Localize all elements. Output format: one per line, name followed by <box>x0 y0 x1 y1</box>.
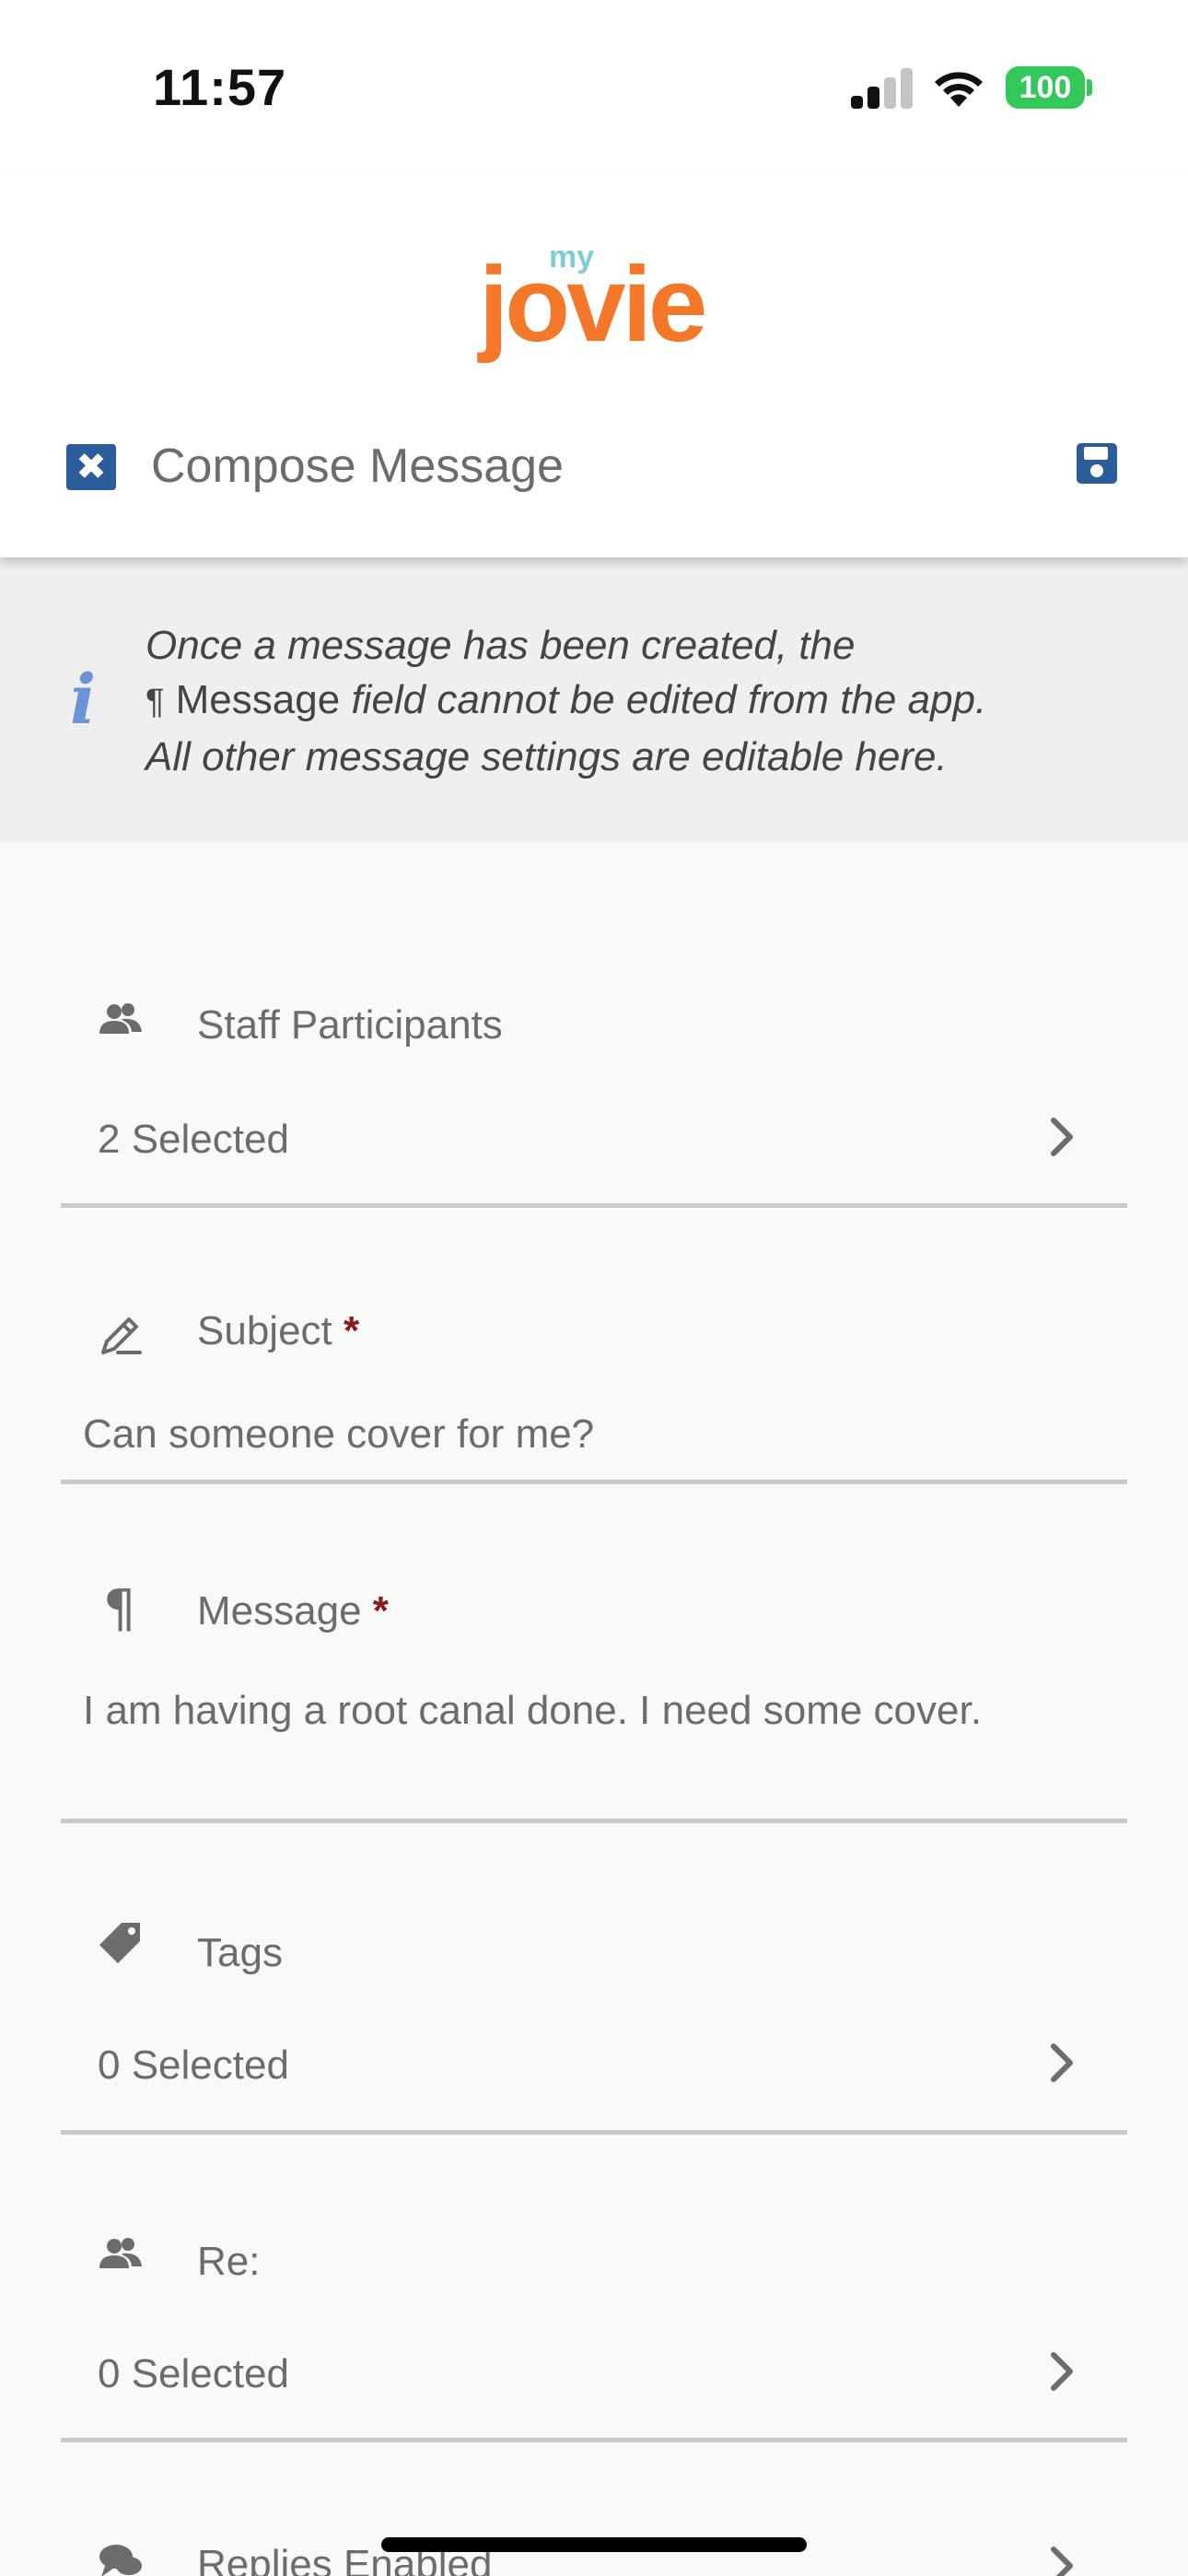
users-icon <box>99 2238 142 2268</box>
app-header: my jovie ✖ Compose Message <box>0 175 1188 557</box>
message-label: Message * <box>197 1588 389 1634</box>
field-underline <box>61 1819 1127 1823</box>
info-banner: i Once a message has been created, the ¶… <box>0 557 1188 841</box>
info-field-name: Message <box>175 677 341 722</box>
wifi-icon <box>935 72 983 107</box>
chevron-right-icon <box>1051 2547 1073 2576</box>
re-label: Re: <box>197 2239 261 2284</box>
info-line-1: Once a message has been created, the <box>146 623 856 668</box>
re-value: 0 Selected <box>98 2351 289 2396</box>
re-field[interactable]: Re: 0 Selected <box>61 2211 1127 2446</box>
tags-label: Tags <box>197 1930 283 1975</box>
message-field[interactable]: ¶ Message * I am having a root canal don… <box>61 1566 1127 1829</box>
page-title: Compose Message <box>151 439 564 493</box>
subject-label: Subject * <box>197 1308 359 1354</box>
staff-participants-label: Staff Participants <box>197 1002 503 1048</box>
battery-icon: 100 <box>1006 66 1085 109</box>
message-label-text: Message <box>197 1588 362 1633</box>
chevron-right-icon <box>1051 1118 1073 1156</box>
staff-participants-value: 2 Selected <box>98 1117 289 1162</box>
info-line-3: All other message settings are editable … <box>146 734 948 779</box>
close-icon: ✖ <box>76 447 107 487</box>
tags-field[interactable]: Tags 0 Selected <box>61 1903 1127 2137</box>
home-indicator[interactable] <box>381 2537 807 2552</box>
chat-bubbles-icon <box>99 2545 142 2576</box>
floppy-disk-icon <box>1077 443 1117 484</box>
status-time: 11:57 <box>153 58 287 116</box>
info-icon: i <box>70 661 97 740</box>
jovie-logo: my jovie <box>479 240 709 364</box>
tag-icon <box>99 1923 140 1963</box>
subject-label-text: Subject <box>197 1308 332 1353</box>
logo-jovie-text: jovie <box>479 244 707 364</box>
field-underline <box>61 2438 1127 2442</box>
cellular-signal-icon <box>851 68 913 109</box>
users-icon <box>99 1003 142 1034</box>
save-button[interactable] <box>1076 442 1118 485</box>
chevron-right-icon <box>1051 2352 1073 2391</box>
chevron-right-icon <box>1051 2043 1073 2082</box>
inline-pilcrow-icon: ¶ <box>146 683 165 721</box>
field-underline <box>61 1480 1127 1484</box>
info-line-2-rest: field cannot be edited from the app. <box>351 677 987 722</box>
pilcrow-icon: ¶ <box>103 1579 136 1639</box>
battery-nub <box>1087 79 1092 96</box>
subject-field[interactable]: Subject * Can someone cover for me? <box>61 1290 1127 1491</box>
close-button[interactable]: ✖ <box>66 444 116 490</box>
required-marker: * <box>344 1308 360 1353</box>
staff-participants-field[interactable]: Staff Participants 2 Selected <box>61 977 1127 1212</box>
required-marker: * <box>372 1588 389 1633</box>
field-underline <box>61 1203 1127 1208</box>
info-line-2: ¶ Message field cannot be edited from th… <box>146 673 1159 730</box>
message-textarea[interactable]: I am having a root canal done. I need so… <box>83 1688 982 1734</box>
pencil-icon <box>101 1317 142 1354</box>
field-underline <box>61 2130 1127 2135</box>
status-bar: 11:57 100 <box>0 0 1188 175</box>
tags-value: 0 Selected <box>98 2043 289 2088</box>
info-text: Once a message has been created, the ¶ M… <box>146 618 1159 784</box>
subject-input[interactable]: Can someone cover for me? <box>83 1411 594 1458</box>
